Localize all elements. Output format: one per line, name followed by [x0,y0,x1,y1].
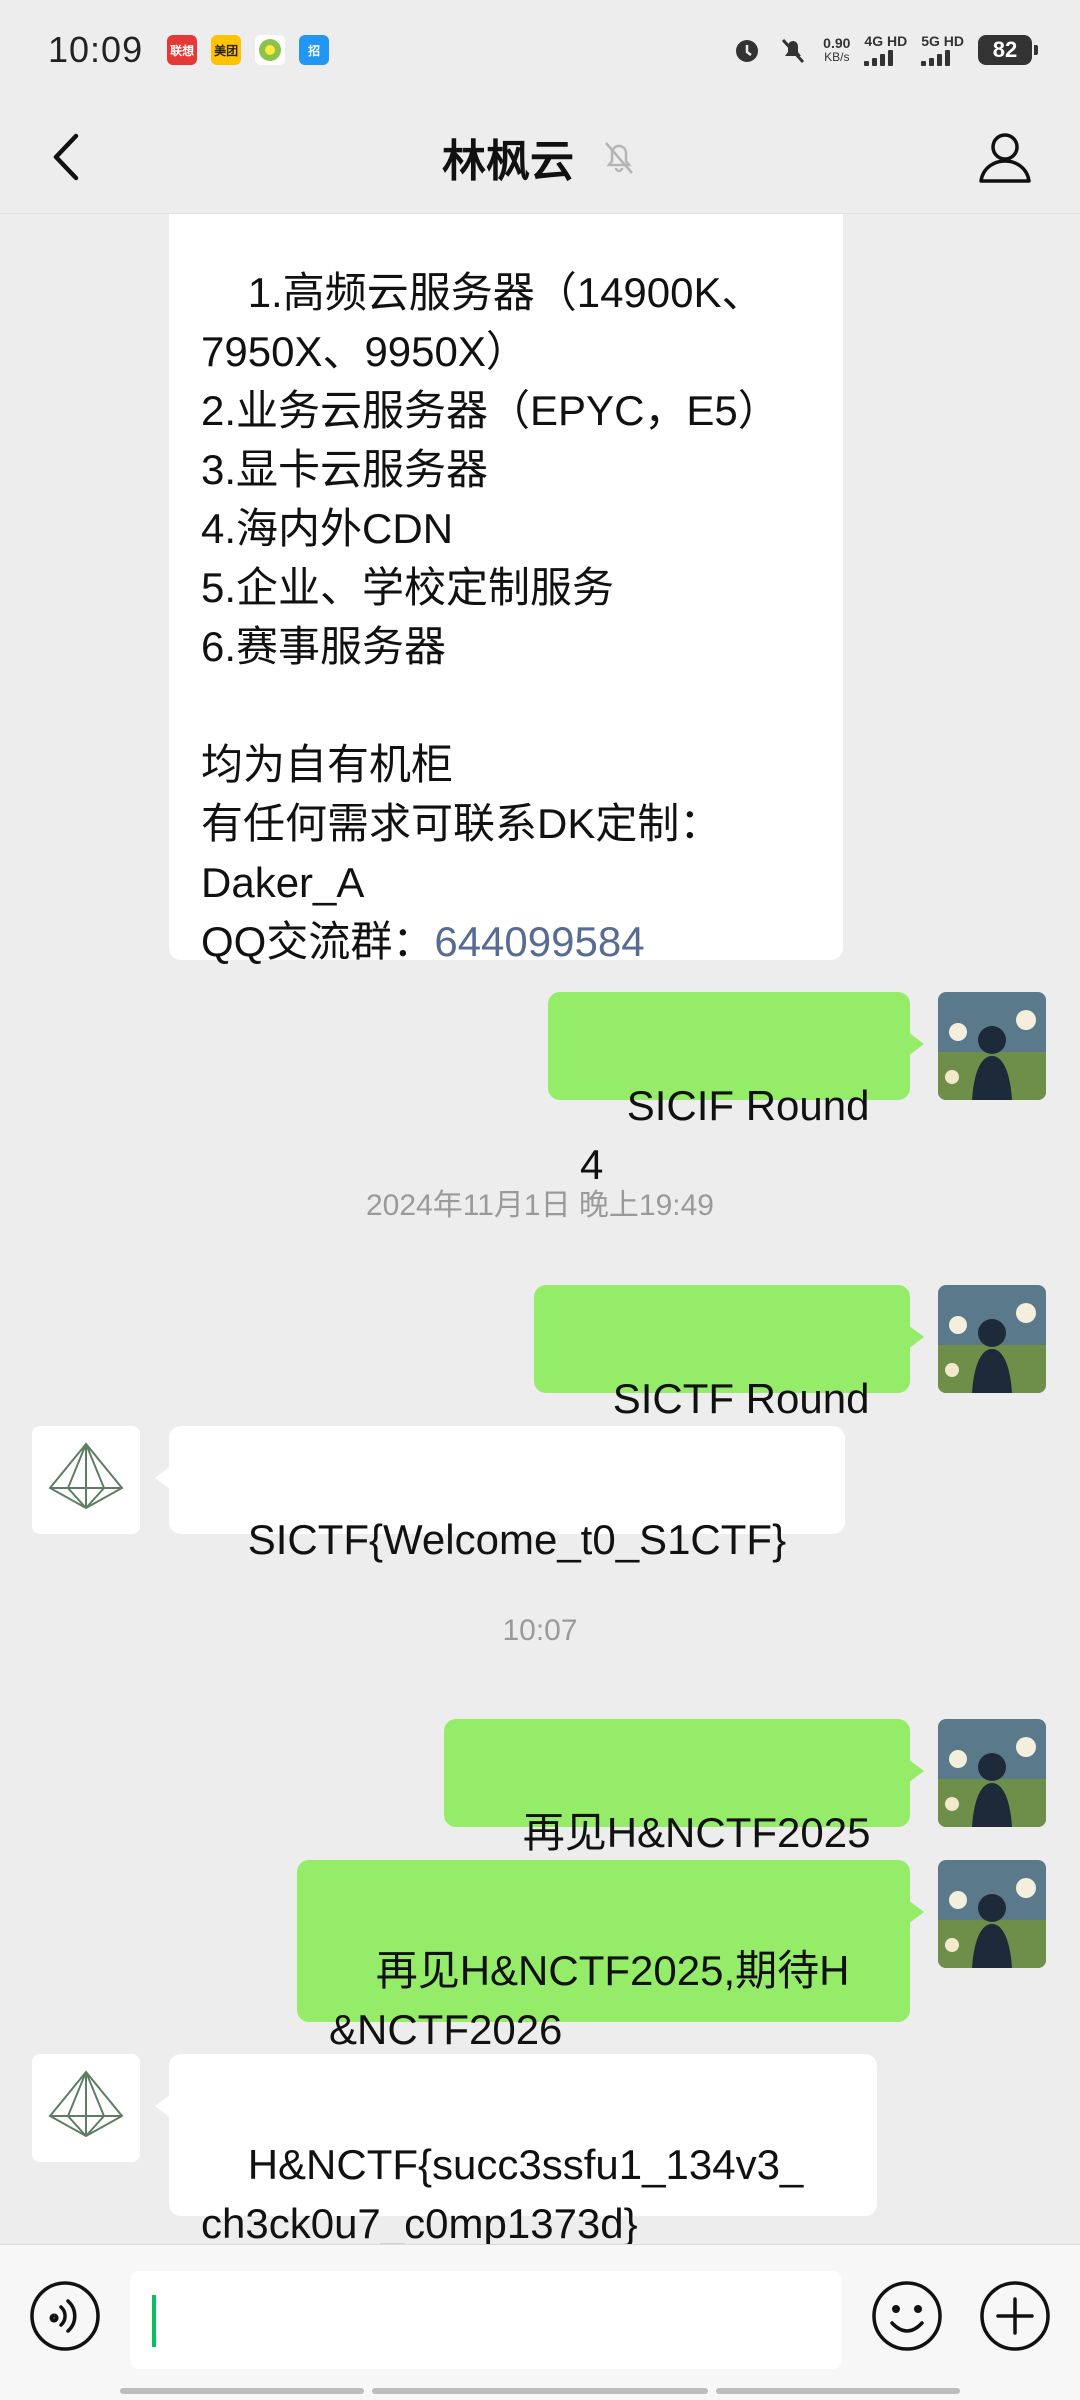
user-avatar[interactable] [938,1285,1046,1393]
signal-bars-icon [921,50,951,66]
back-button[interactable] [36,127,96,187]
signal-5g: 5G HD [921,34,964,66]
status-indicators: 0.90 KB/s 4G HD 5G HD 82 [731,34,1038,66]
signal-bars-icon [864,50,894,66]
message-bubble-outgoing[interactable]: 再见H&NCTF2025 [444,1719,924,1856]
chat-title-group: 林枫云 [442,125,638,189]
store-app-icon: 招 [299,35,330,65]
message-bubble-incoming[interactable]: 1.高频云服务器（14900K、 7950X、9950X） 2.业务云服务器（E… [169,214,843,965]
chevron-left-icon [53,133,79,181]
anime-boy-avatar-image [938,1285,1046,1393]
message-bubble-outgoing[interactable]: SICTF Round4 [534,1285,924,1481]
chat-input-bar [0,2244,1080,2400]
alarm-icon [736,40,759,62]
signal-4g: 4G HD [864,34,907,66]
message-text: H&NCTF{succ3ssfu1_134v3_ ch3ck0u7_c0mp13… [201,2141,804,2244]
message-text: 1.高频云服务器（14900K、 7950X、9950X） 2.业务云服务器（E… [201,269,780,965]
gesture-bar-left [120,2388,364,2394]
meituan-app-icon: 美团 [211,35,242,65]
anime-boy-avatar-image [938,992,1046,1100]
chat-info-button[interactable] [970,122,1040,192]
battery-indicator: 82 [978,35,1038,65]
lianxiang-app-icon: 联想 [167,35,198,65]
user-avatar[interactable] [938,992,1046,1100]
anime-boy-avatar-image [938,1719,1046,1827]
network-speed: 0.90 KB/s [823,36,850,64]
chat-header: 林枫云 [0,100,1080,214]
gesture-bar-middle [372,2388,708,2394]
status-time: 10:09 [48,29,144,70]
contact-avatar[interactable] [32,1426,140,1534]
ball-app-icon [255,35,286,65]
network-5g-label: 5G HD [921,33,964,49]
user-avatar[interactable] [938,1719,1046,1827]
contact-avatar[interactable] [32,2054,140,2162]
more-actions-button[interactable] [978,2279,1052,2353]
voice-icon [30,2281,100,2351]
timestamp-separator: 10:07 [502,1614,578,1647]
status-bar: 10:09 联想 美团 招 0.90 KB/s 4G HD 5G HD 82 [0,0,1080,100]
speed-value: 0.90 [823,35,851,51]
message-list[interactable]: 1.高频云服务器（14900K、 7950X、9950X） 2.业务云服务器（E… [0,214,1080,2244]
geometric-logo-avatar-image [48,1442,124,1510]
notification-app-icons: 联想 美团 招 [167,35,330,65]
text-caret [152,2295,156,2347]
smiley-icon [872,2281,942,2351]
muted-bell-icon [605,141,633,174]
message-text: SICIF Round4 [580,1082,870,1188]
gesture-bar-right [716,2388,960,2394]
message-input[interactable] [130,2271,842,2369]
user-avatar[interactable] [938,1860,1046,1968]
message-bubble-outgoing[interactable]: SICIF Round4 [548,992,924,1188]
anime-boy-avatar-image [938,1860,1046,1968]
person-icon [979,133,1031,183]
mute-bell-icon [782,38,805,64]
speed-unit: KB/s [824,50,850,64]
emoji-button[interactable] [870,2279,944,2353]
message-text: 再见H&NCTF2025,期待H &NCTF2026 [329,1947,850,2053]
voice-input-button[interactable] [28,2279,102,2353]
message-bubble-incoming[interactable]: H&NCTF{succ3ssfu1_134v3_ ch3ck0u7_c0mp13… [155,2054,877,2244]
chat-title: 林枫云 [442,136,574,186]
timestamp-separator: 2024年11月1日 晚上19:49 [366,1189,714,1222]
group-number-link[interactable]: 644099584 [434,918,644,965]
plus-circle-icon [980,2281,1050,2351]
message-bubble-outgoing[interactable]: 再见H&NCTF2025,期待H &NCTF2026 [297,1860,924,2053]
message-text: 再见H&NCTF2025 [522,1809,871,1856]
geometric-logo-avatar-image [48,2070,124,2138]
message-bubble-incoming[interactable]: SICTF{Welcome_t0_S1CTF} [155,1426,845,1563]
message-text: SICTF{Welcome_t0_S1CTF} [247,1516,787,1563]
network-4g-label: 4G HD [864,33,908,49]
